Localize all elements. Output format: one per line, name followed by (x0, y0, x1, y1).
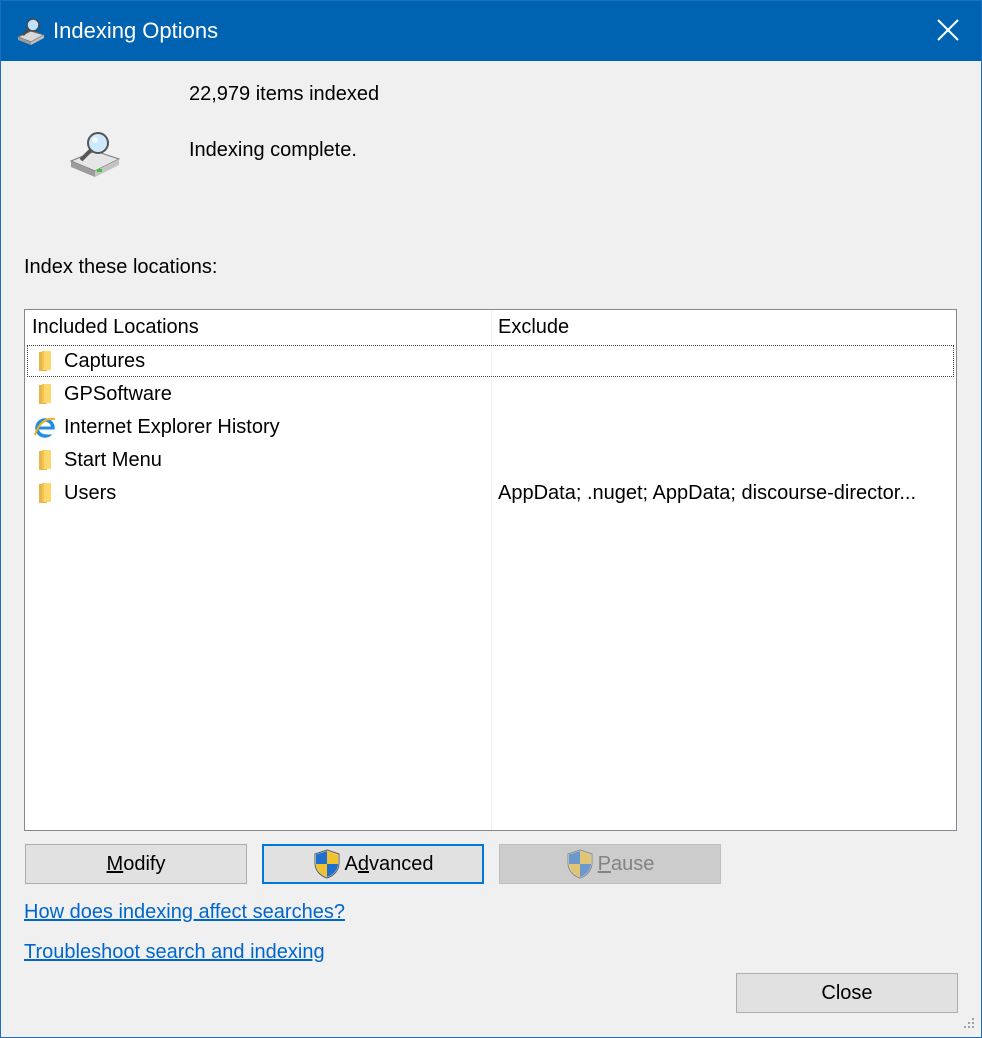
location-name: Start Menu (64, 449, 162, 471)
how-indexing-affects-searches-link[interactable]: How does indexing affect searches? (24, 901, 345, 924)
pause-access-key: P (597, 852, 611, 875)
advanced-label-pre: A (344, 852, 358, 875)
troubleshoot-search-link[interactable]: Troubleshoot search and indexing (24, 941, 325, 964)
indexing-drive-icon (69, 132, 121, 177)
location-name: Captures (64, 350, 146, 372)
folder-icon (39, 483, 51, 503)
close-button[interactable]: Close (736, 973, 958, 1013)
advanced-button[interactable]: Ad vanced (262, 844, 484, 884)
uac-shield-icon (314, 849, 340, 879)
locations-list[interactable]: Included Locations Exclude Captures GPSo… (24, 309, 957, 831)
folder-icon (39, 450, 51, 470)
advanced-label-post: vanced (368, 852, 434, 875)
indexing-options-window: Indexing Options 22,979 items indexed In… (0, 0, 982, 1038)
location-row-users[interactable]: Users AppData; .nuget; AppData; discours… (27, 477, 954, 509)
indexing-status-message: Indexing complete. (189, 139, 357, 161)
modify-button[interactable]: Modify (25, 844, 247, 884)
column-header-exclude[interactable]: Exclude (498, 316, 569, 339)
indexed-items-count: 22,979 items indexed (189, 83, 380, 105)
location-row-gpsoftware[interactable]: GPSoftware (27, 378, 954, 410)
location-name: Users (64, 482, 117, 504)
folder-icon (39, 351, 51, 371)
location-name: Internet Explorer History (64, 416, 280, 438)
uac-shield-icon (567, 849, 593, 879)
resize-grip-icon[interactable] (959, 1015, 977, 1033)
location-name: GPSoftware (64, 383, 172, 405)
locations-label: Index these locations: (24, 256, 218, 278)
location-row-start-menu[interactable]: Start Menu (27, 444, 954, 476)
location-row-internet-explorer-history[interactable]: Internet Explorer History (27, 411, 954, 443)
indexing-options-icon (16, 18, 46, 45)
folder-icon (39, 384, 51, 404)
pause-label-post: ause (610, 852, 655, 875)
modify-access-key: M (106, 852, 124, 875)
internet-explorer-icon (34, 417, 56, 438)
window-title: Indexing Options (53, 18, 219, 43)
modify-label-post: odify (123, 852, 166, 875)
pause-button[interactable]: Pause (499, 844, 721, 884)
title-bar[interactable]: Indexing Options (1, 1, 981, 61)
location-exclude: AppData; .nuget; AppData; discourse-dire… (498, 482, 917, 504)
close-icon[interactable] (925, 9, 969, 53)
location-row-captures[interactable]: Captures (27, 345, 954, 377)
column-header-included[interactable]: Included Locations (32, 316, 199, 339)
advanced-access-key: d (357, 852, 369, 875)
